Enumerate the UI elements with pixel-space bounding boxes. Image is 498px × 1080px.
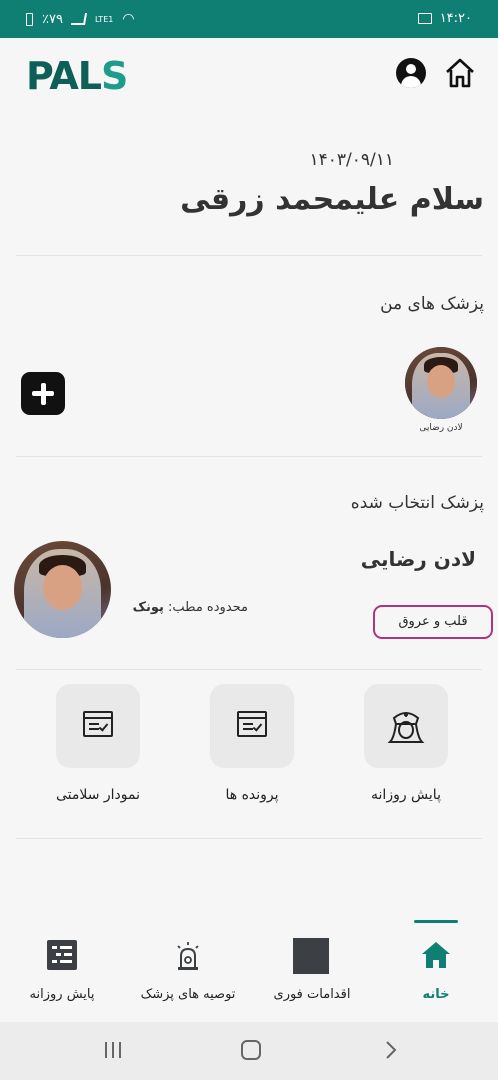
pals-logo: PALS (26, 54, 128, 98)
doctor-thumb-name: لادن رضایی (419, 423, 463, 433)
nurse-icon (387, 712, 425, 743)
list-icon (47, 940, 77, 970)
records-label: پرونده ها (225, 787, 279, 803)
clock: ۱۴:۲۰ (439, 11, 472, 26)
divider (16, 838, 482, 839)
account-circle-icon[interactable] (396, 58, 426, 88)
back-icon[interactable] (383, 1040, 399, 1066)
alarm-light-icon (177, 942, 199, 970)
battery-level: ٪۷۹ (42, 11, 63, 27)
office-area-value: پونک (132, 600, 164, 615)
status-bar: ٪۷۹ LTE1 ◠ ۱۴:۲۰ (0, 0, 498, 38)
health-chart-label: نمودار سلامتی (55, 787, 141, 803)
bottom-navigation: خانه اقدامات فوری توصیه های پزشک پایش رو… (0, 920, 498, 1022)
office-area-label: محدوده مطب: (168, 600, 248, 615)
daily-monitoring-label: پایش روزانه (371, 787, 441, 803)
signal-icon (70, 13, 88, 25)
nav-home[interactable]: خانه (374, 920, 498, 1022)
nav-advice-label: توصیه های پزشک (140, 987, 236, 1002)
nav-doctor-advice[interactable]: توصیه های پزشک (126, 920, 250, 1022)
selected-doctor-title: پزشک انتخاب شده (350, 493, 484, 513)
daily-monitoring-tile[interactable] (364, 684, 448, 768)
status-right: ۱۴:۲۰ (417, 11, 472, 26)
logo-main: PAL (26, 54, 102, 98)
greeting-title: سلام علیمحمد زرقی (180, 182, 484, 217)
divider (16, 669, 482, 670)
nav-urgent-label: اقدامات فوری (273, 987, 351, 1002)
divider (16, 255, 482, 256)
specialty-badge: قلب و عروق (373, 605, 493, 639)
home-icon (422, 942, 450, 968)
recent-apps-icon[interactable] (103, 1040, 123, 1066)
wifi-icon: ◠ (122, 11, 135, 27)
health-chart-tile[interactable] (56, 684, 140, 768)
square-icon (293, 938, 329, 974)
battery-icon (26, 12, 33, 26)
records-tile[interactable] (210, 684, 294, 768)
nav-daily-monitoring[interactable]: پایش روزانه (0, 920, 124, 1022)
divider (16, 456, 482, 457)
checklist-document-icon (237, 711, 267, 737)
current-date: ۱۴۰۳/۰۹/۱۱ (309, 150, 394, 170)
nav-home-label: خانه (422, 987, 450, 1002)
selected-doctor-name: لادن رضایی (360, 547, 476, 571)
network-type: LTE1 (94, 14, 114, 24)
nav-monitoring-label: پایش روزانه (29, 987, 95, 1002)
add-doctor-button[interactable] (21, 372, 65, 415)
doctor-avatar[interactable] (405, 347, 477, 419)
logo-accent: S (101, 54, 128, 98)
home-icon[interactable] (443, 56, 477, 90)
selected-doctor-photo (14, 541, 111, 638)
app-header: PALS (0, 38, 498, 108)
home-button-icon[interactable] (241, 1040, 261, 1060)
system-navigation-bar (0, 1022, 498, 1080)
checklist-document-icon (83, 711, 113, 737)
status-left: ٪۷۹ LTE1 ◠ (26, 11, 135, 27)
office-area: محدوده مطب: پونک (133, 600, 248, 615)
gallery-icon (417, 13, 432, 24)
my-doctors-title: پزشک های من (380, 294, 484, 314)
nav-urgent-actions[interactable]: اقدامات فوری (250, 920, 374, 1022)
